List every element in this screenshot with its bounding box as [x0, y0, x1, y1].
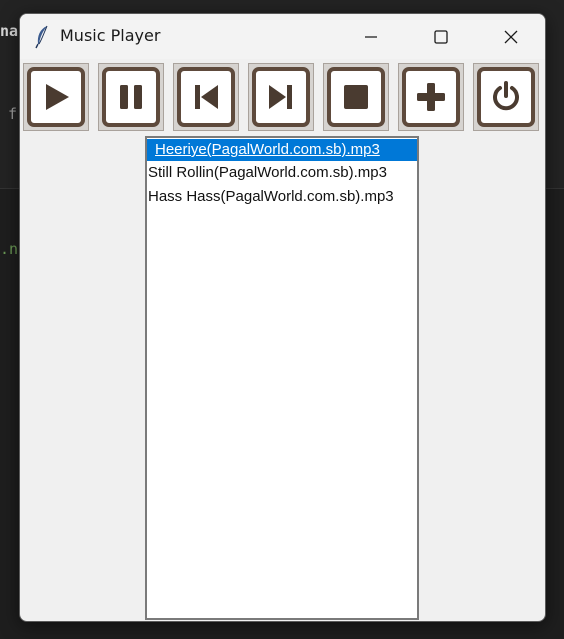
maximize-icon [434, 29, 448, 44]
playlist-item[interactable]: Still Rollin(PagalWorld.com.sb).mp3 [147, 162, 417, 184]
play-button[interactable] [23, 63, 89, 131]
pause-icon [120, 85, 142, 109]
previous-icon [195, 85, 218, 109]
close-icon [504, 30, 518, 43]
minimize-icon [365, 35, 377, 38]
background-text: f [8, 105, 18, 123]
power-icon [493, 81, 519, 111]
power-button[interactable] [473, 63, 539, 131]
playlist-item[interactable]: Heeriye(PagalWorld.com.sb).mp3 [147, 139, 417, 161]
window-title: Music Player [60, 26, 161, 45]
play-icon [46, 84, 69, 110]
playlist-listbox[interactable]: Heeriye(PagalWorld.com.sb).mp3 Still Rol… [145, 136, 419, 620]
title-bar[interactable]: Music Player [20, 14, 545, 59]
minimize-button[interactable] [336, 14, 406, 59]
music-player-window: Music Player Heeriye(PagalWorld.com.sb).… [19, 13, 546, 622]
stop-icon [344, 85, 368, 109]
pause-button[interactable] [98, 63, 164, 131]
stop-button[interactable] [323, 63, 389, 131]
add-icon [417, 83, 445, 111]
player-toolbar [20, 60, 545, 134]
previous-button[interactable] [173, 63, 239, 131]
background-text: na [0, 22, 19, 40]
feather-icon [35, 25, 48, 49]
maximize-button[interactable] [406, 14, 476, 59]
next-icon [269, 85, 292, 109]
add-button[interactable] [398, 63, 464, 131]
playlist-item[interactable]: Hass Hass(PagalWorld.com.sb).mp3 [147, 186, 417, 208]
next-button[interactable] [248, 63, 314, 131]
close-button[interactable] [476, 14, 545, 59]
